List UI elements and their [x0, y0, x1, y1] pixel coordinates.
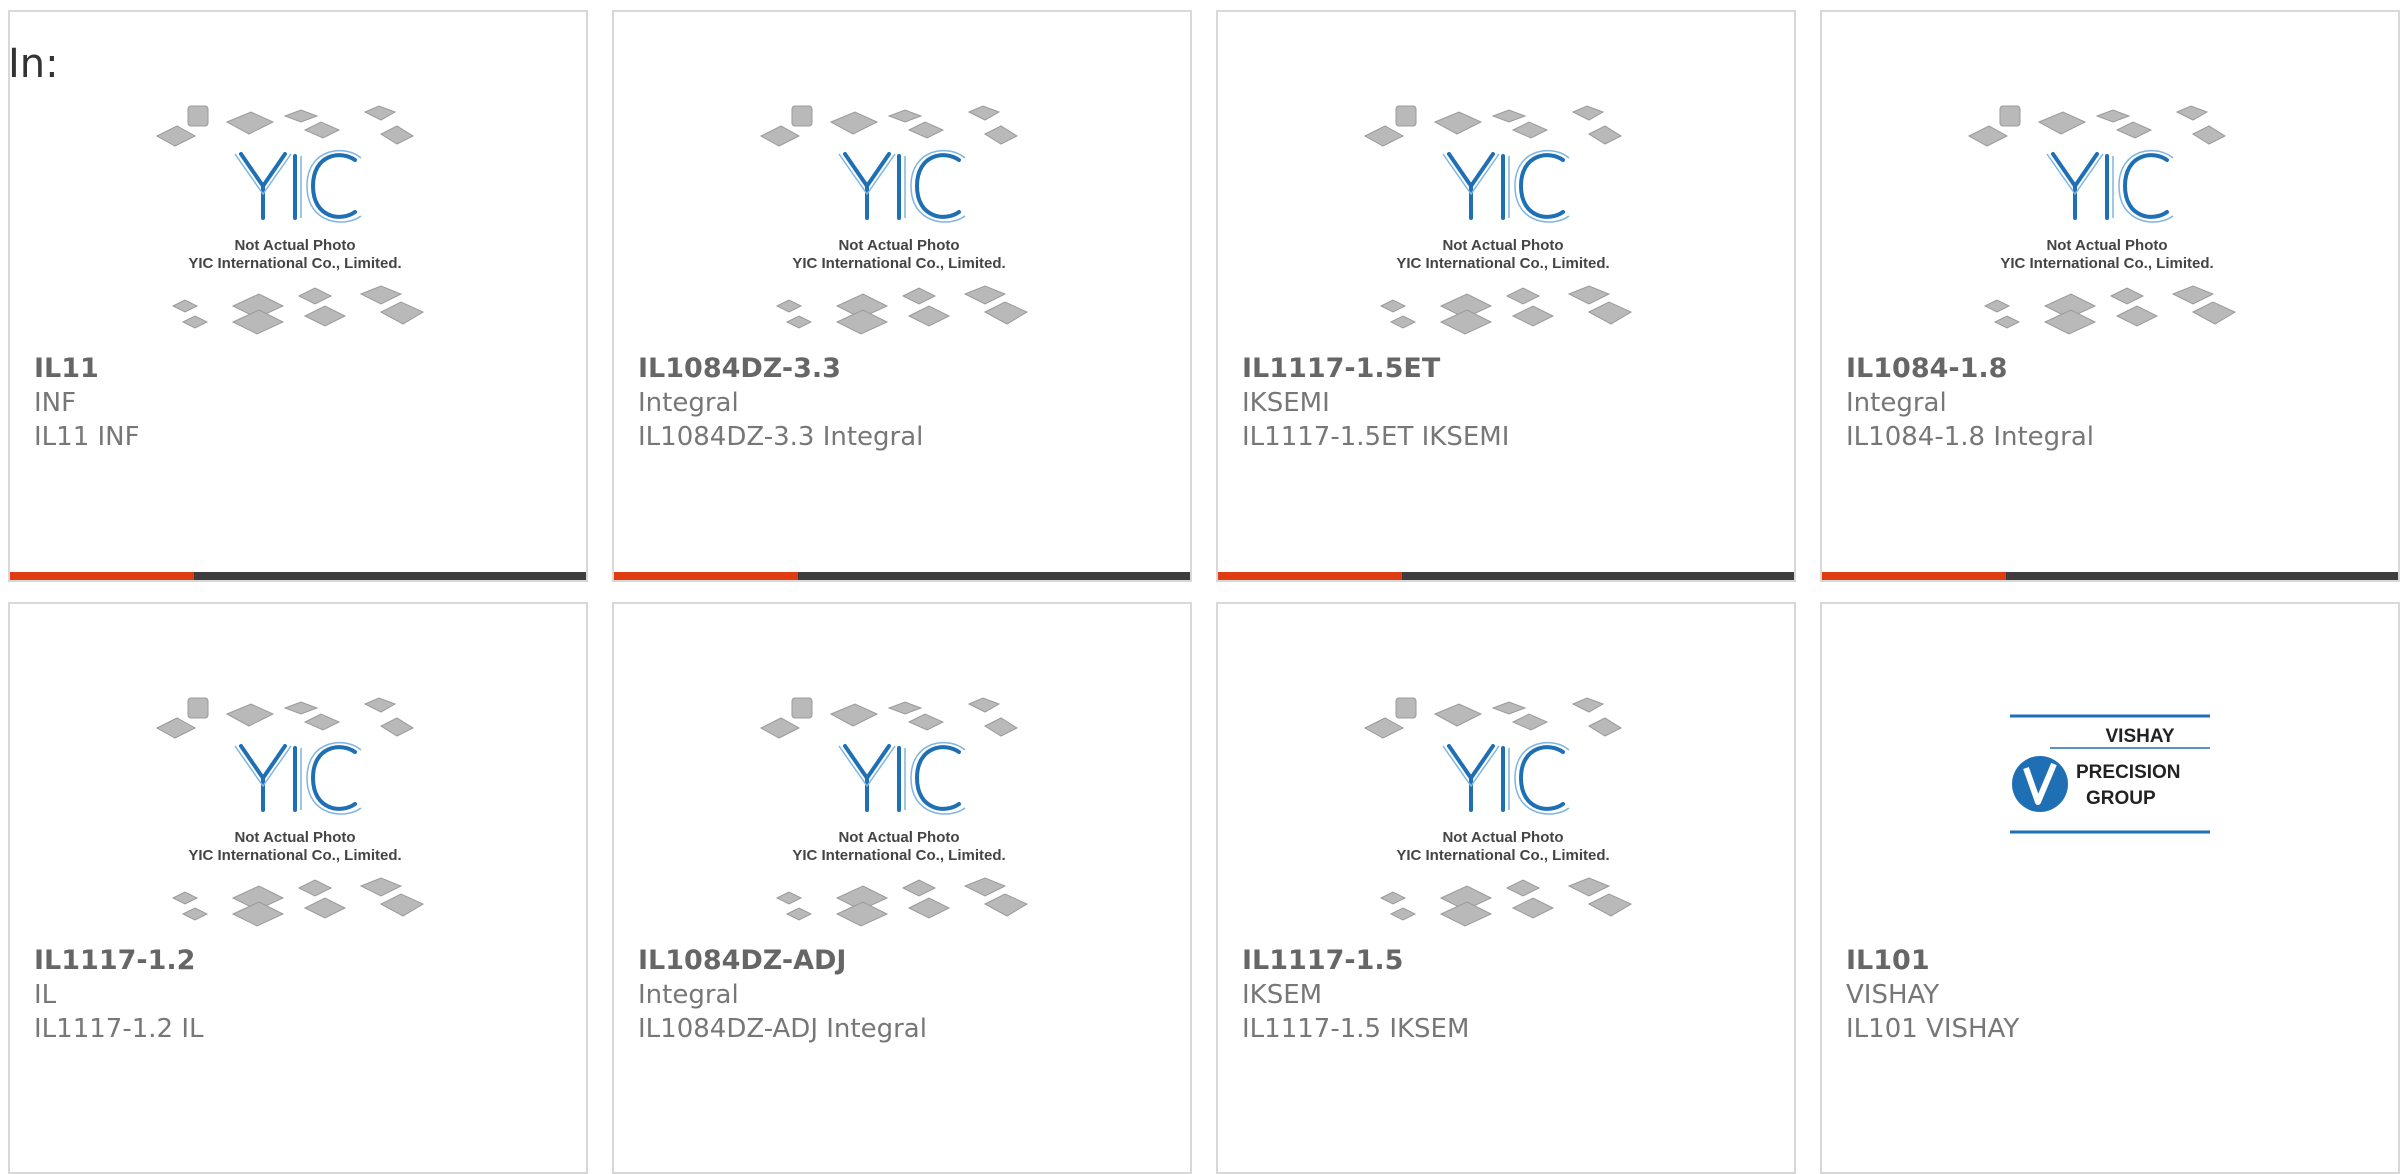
product-info: IL1084DZ-3.3 Integral IL1084DZ-3.3 Integ…: [638, 352, 1158, 454]
not-actual-photo-image: Not Actual Photo YIC International Co., …: [1967, 105, 2237, 335]
product-image-placeholder[interactable]: Not Actual Photo YIC International Co., …: [1363, 690, 1643, 940]
description: IL101 VISHAY: [1846, 1014, 2020, 1044]
product-info: IL1084DZ-ADJ Integral IL1084DZ-ADJ Integ…: [638, 944, 1158, 1046]
product-info: IL1084-1.8 Integral IL1084-1.8 Integral: [1846, 352, 2366, 454]
not-actual-photo-image: Not Actual Photo YIC International Co., …: [759, 697, 1029, 927]
description: IL1117-1.2 IL: [34, 1014, 204, 1044]
product-info: IL1117-1.5 IKSEM IL1117-1.5 IKSEM: [1242, 944, 1762, 1046]
product-image-placeholder[interactable]: Not Actual Photo YIC International Co., …: [759, 690, 1039, 940]
manufacturer: INF: [34, 388, 77, 418]
card-bottom-bar: [1822, 572, 2398, 580]
product-image-placeholder[interactable]: Not Actual Photo YIC International Co., …: [155, 98, 435, 348]
description: IL11 INF: [34, 422, 140, 452]
card-bottom-bar: [1218, 572, 1794, 580]
product-image-placeholder[interactable]: Not Actual Photo YIC International Co., …: [1967, 98, 2247, 348]
not-actual-photo-image: Not Actual Photo YIC International Co., …: [1363, 105, 1633, 335]
product-card[interactable]: Not Actual Photo YIC International Co., …: [1216, 10, 1796, 582]
manufacturer: Integral: [638, 980, 739, 1010]
product-card[interactable]: Not Actual Photo YIC International Co., …: [8, 602, 588, 1174]
product-grid: Not Actual Photo YIC International Co., …: [8, 10, 2400, 1174]
product-info: IL11 INF IL11 INF: [34, 352, 554, 454]
description: IL1117-1.5ET IKSEMI: [1242, 422, 1510, 452]
part-number[interactable]: IL101: [1846, 944, 2366, 978]
card-bottom-bar-accent: [1822, 572, 2006, 580]
vishay-logo-image: VISHAY PRECISION GROUP: [2010, 712, 2210, 836]
manufacturer: Integral: [638, 388, 739, 418]
not-actual-photo-image: Not Actual Photo YIC International Co., …: [759, 105, 1029, 335]
not-actual-photo-image: Not Actual Photo YIC International Co., …: [1363, 697, 1633, 927]
card-bottom-bar-accent: [10, 572, 194, 580]
card-bottom-bar-accent: [1218, 572, 1402, 580]
product-info: IL1117-1.5ET IKSEMI IL1117-1.5ET IKSEMI: [1242, 352, 1762, 454]
placeholder-line2: YIC International Co., Limited.: [188, 255, 401, 272]
placeholder-line1: Not Actual Photo: [1442, 237, 1563, 254]
vishay-line2: PRECISION: [2076, 762, 2181, 783]
placeholder-line2: YIC International Co., Limited.: [1396, 255, 1609, 272]
description: IL1117-1.5 IKSEM: [1242, 1014, 1470, 1044]
description: IL1084DZ-ADJ Integral: [638, 1014, 927, 1044]
placeholder-line2: YIC International Co., Limited.: [1396, 847, 1609, 864]
placeholder-line1: Not Actual Photo: [838, 829, 959, 846]
part-number[interactable]: IL1117-1.2: [34, 944, 554, 978]
product-card[interactable]: Not Actual Photo YIC International Co., …: [8, 10, 588, 582]
placeholder-line2: YIC International Co., Limited.: [188, 847, 401, 864]
description: IL1084DZ-3.3 Integral: [638, 422, 924, 452]
placeholder-line1: Not Actual Photo: [1442, 829, 1563, 846]
product-info: IL101 VISHAY IL101 VISHAY: [1846, 944, 2366, 1046]
placeholder-line2: YIC International Co., Limited.: [792, 847, 1005, 864]
manufacturer: IKSEMI: [1242, 388, 1330, 418]
product-info: IL1117-1.2 IL IL1117-1.2 IL: [34, 944, 554, 1046]
product-card[interactable]: Not Actual Photo YIC International Co., …: [612, 602, 1192, 1174]
description: IL1084-1.8 Integral: [1846, 422, 2095, 452]
manufacturer: Integral: [1846, 388, 1947, 418]
placeholder-line2: YIC International Co., Limited.: [792, 255, 1005, 272]
placeholder-line2: YIC International Co., Limited.: [2000, 255, 2213, 272]
card-bottom-bar: [614, 572, 1190, 580]
product-image-placeholder[interactable]: Not Actual Photo YIC International Co., …: [155, 690, 435, 940]
part-number[interactable]: IL1084DZ-ADJ: [638, 944, 1158, 978]
not-actual-photo-image: Not Actual Photo YIC International Co., …: [155, 697, 425, 927]
card-bottom-bar: [10, 572, 586, 580]
manufacturer: IKSEM: [1242, 980, 1323, 1010]
product-card[interactable]: Not Actual Photo YIC International Co., …: [1820, 10, 2400, 582]
placeholder-line1: Not Actual Photo: [234, 829, 355, 846]
vishay-line1: VISHAY: [2106, 726, 2175, 747]
product-card[interactable]: Not Actual Photo YIC International Co., …: [1216, 602, 1796, 1174]
part-number[interactable]: IL1117-1.5ET: [1242, 352, 1762, 386]
placeholder-line1: Not Actual Photo: [838, 237, 959, 254]
card-bottom-bar-accent: [614, 572, 798, 580]
product-image-placeholder[interactable]: Not Actual Photo YIC International Co., …: [1363, 98, 1643, 348]
product-card[interactable]: VISHAY PRECISION GROUP IL101 VISHAY IL10…: [1820, 602, 2400, 1174]
placeholder-line1: Not Actual Photo: [234, 237, 355, 254]
part-number[interactable]: IL1117-1.5: [1242, 944, 1762, 978]
part-number[interactable]: IL11: [34, 352, 554, 386]
manufacturer: VISHAY: [1846, 980, 1940, 1010]
not-actual-photo-image: Not Actual Photo YIC International Co., …: [155, 105, 425, 335]
placeholder-line1: Not Actual Photo: [2046, 237, 2167, 254]
vishay-precision-logo[interactable]: VISHAY PRECISION GROUP: [2010, 712, 2210, 836]
page-label: In:: [8, 41, 59, 87]
part-number[interactable]: IL1084-1.8: [1846, 352, 2366, 386]
part-number[interactable]: IL1084DZ-3.3: [638, 352, 1158, 386]
product-card[interactable]: Not Actual Photo YIC International Co., …: [612, 10, 1192, 582]
vishay-line3: GROUP: [2086, 788, 2156, 809]
manufacturer: IL: [34, 980, 57, 1010]
product-image-placeholder[interactable]: Not Actual Photo YIC International Co., …: [759, 98, 1039, 348]
